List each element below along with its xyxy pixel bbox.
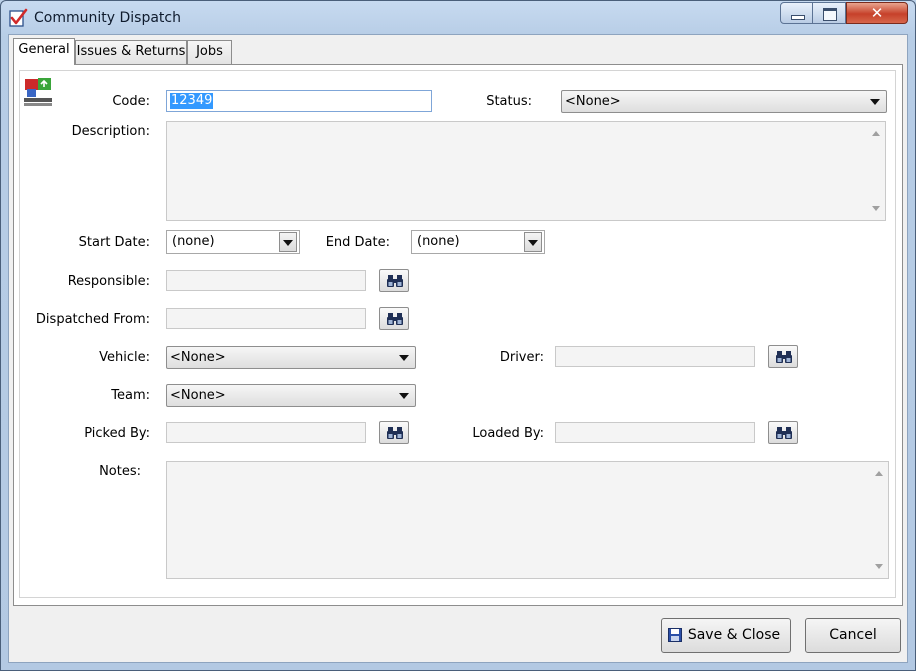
cancel-label: Cancel <box>829 627 877 643</box>
tab-issues-returns[interactable]: Issues & Returns <box>75 40 187 64</box>
end-date-picker[interactable]: (none) <box>411 230 545 254</box>
dispatched-from-label: Dispatched From: <box>35 312 150 327</box>
end-date-dropdown-button[interactable] <box>524 232 542 252</box>
status-value: <None> <box>565 94 621 109</box>
restore-icon <box>823 8 837 21</box>
chevron-down-icon <box>399 393 409 399</box>
binoculars-icon <box>776 351 792 363</box>
app-document-check-icon <box>8 8 28 28</box>
vehicle-value: <None> <box>170 350 226 365</box>
binoculars-icon <box>387 427 403 439</box>
code-field[interactable]: 12349 <box>166 90 432 112</box>
description-textarea[interactable] <box>166 121 886 221</box>
notes-textarea[interactable] <box>166 461 889 579</box>
notes-label: Notes: <box>99 464 141 479</box>
loaded-by-lookup-button[interactable] <box>768 421 798 444</box>
binoculars-icon <box>776 427 792 439</box>
form-group: Code: 12349 Status: <None> Description: … <box>19 70 896 598</box>
picked-by-field[interactable] <box>166 422 366 443</box>
chevron-down-icon <box>870 99 880 105</box>
binoculars-icon <box>387 275 403 287</box>
save-close-button[interactable]: Save & Close <box>661 618 791 653</box>
window-title: Community Dispatch <box>34 10 181 26</box>
code-value: 12349 <box>170 93 214 109</box>
client-area: General Issues & Returns Jobs Code: 1234… <box>8 34 908 663</box>
maximize-button[interactable] <box>812 2 846 24</box>
tab-jobs[interactable]: Jobs <box>187 40 232 64</box>
dispatch-record-icon <box>22 76 54 108</box>
tab-general[interactable]: General <box>13 38 75 65</box>
chevron-down-icon <box>283 240 293 246</box>
team-value: <None> <box>170 388 226 403</box>
start-date-value: (none) <box>172 234 215 249</box>
driver-lookup-button[interactable] <box>768 345 798 368</box>
loaded-by-field[interactable] <box>555 422 755 443</box>
loaded-by-label: Loaded By: <box>472 426 544 441</box>
start-date-label: Start Date: <box>78 235 150 250</box>
description-label: Description: <box>71 124 150 139</box>
title-bar[interactable]: Community Dispatch ✕ <box>0 0 916 34</box>
close-button[interactable]: ✕ <box>846 2 908 24</box>
start-date-dropdown-button[interactable] <box>279 232 297 252</box>
dispatched-from-lookup-button[interactable] <box>379 307 409 330</box>
general-tab-panel: Code: 12349 Status: <None> Description: … <box>13 64 903 606</box>
minimize-button[interactable] <box>780 2 813 24</box>
responsible-lookup-button[interactable] <box>379 269 409 292</box>
responsible-label: Responsible: <box>67 274 150 289</box>
dispatched-from-field[interactable] <box>166 308 366 329</box>
chevron-down-icon <box>399 355 409 361</box>
picked-by-label: Picked By: <box>84 426 150 441</box>
minimize-icon <box>791 15 805 20</box>
description-scrollbar[interactable] <box>867 122 885 220</box>
tab-label: General <box>18 42 70 57</box>
scroll-down-icon <box>872 206 880 211</box>
vehicle-label: Vehicle: <box>99 350 150 365</box>
cancel-button[interactable]: Cancel <box>805 618 901 653</box>
driver-field[interactable] <box>555 346 755 367</box>
team-dropdown[interactable]: <None> <box>166 384 416 407</box>
picked-by-lookup-button[interactable] <box>379 421 409 444</box>
status-label: Status: <box>486 94 532 109</box>
binoculars-icon <box>387 313 403 325</box>
scroll-up-icon <box>875 471 883 476</box>
end-date-value: (none) <box>417 234 460 249</box>
status-dropdown[interactable]: <None> <box>561 90 887 113</box>
floppy-disk-icon <box>668 628 682 642</box>
start-date-picker[interactable]: (none) <box>166 230 300 254</box>
scroll-down-icon <box>875 564 883 569</box>
responsible-field[interactable] <box>166 270 366 291</box>
chevron-down-icon <box>528 240 538 246</box>
scroll-up-icon <box>872 131 880 136</box>
notes-scrollbar[interactable] <box>870 462 888 578</box>
close-icon: ✕ <box>870 4 884 22</box>
code-label: Code: <box>112 94 150 109</box>
team-label: Team: <box>111 388 150 403</box>
tab-label: Issues & Returns <box>76 44 186 59</box>
driver-label: Driver: <box>499 350 544 365</box>
end-date-label: End Date: <box>325 235 390 250</box>
save-close-label: Save & Close <box>687 627 781 643</box>
vehicle-dropdown[interactable]: <None> <box>166 346 416 369</box>
tab-label: Jobs <box>196 44 223 59</box>
